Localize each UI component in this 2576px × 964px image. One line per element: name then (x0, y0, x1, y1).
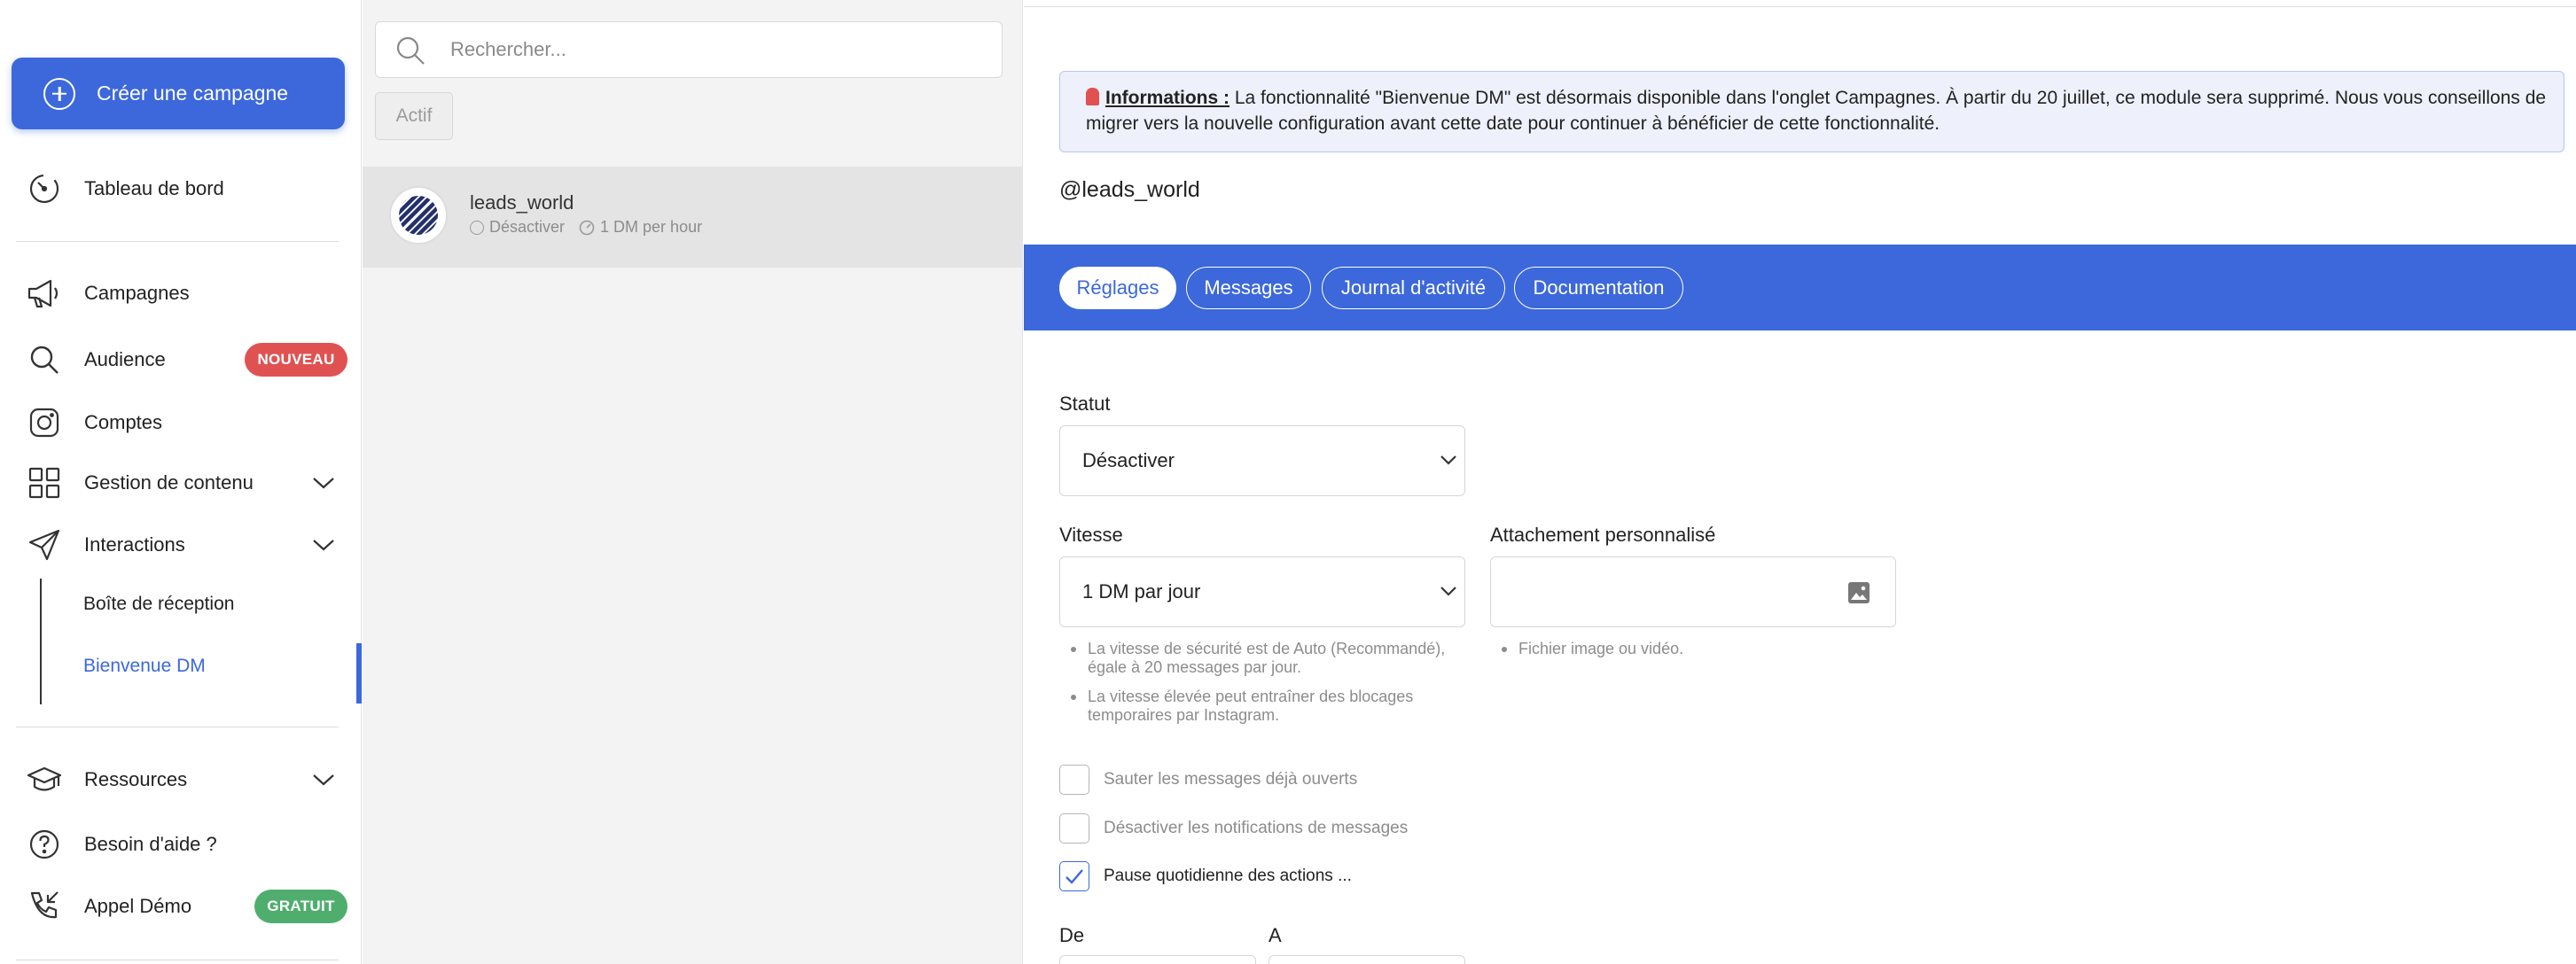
speed-select[interactable]: 1 DM par jour (1059, 556, 1465, 627)
account-list-item[interactable]: leads_world Désactiver 1 DM per hour (363, 167, 1023, 268)
help-circle-icon (27, 827, 62, 862)
alarm-icon (1086, 88, 1099, 105)
main-panel: Informations : La fonctionnalité "Bienve… (1024, 0, 2576, 964)
status-circle-icon (470, 220, 484, 235)
search-icon (396, 36, 425, 65)
checkbox[interactable] (1059, 813, 1089, 844)
daily-pause-checkbox[interactable]: Pause quotidienne des actions ... (1059, 860, 1352, 892)
search-box (375, 21, 1003, 78)
megaphone-icon (27, 276, 62, 311)
instagram-icon (27, 405, 62, 440)
skip-opened-checkbox[interactable]: Sauter les messages déjà ouverts (1059, 764, 1357, 796)
sidebar-item-label: Interactions (84, 533, 185, 556)
tab-activity-log[interactable]: Journal d'activité (1322, 267, 1505, 309)
info-text: La fonctionnalité "Bienvenue DM" est dés… (1086, 88, 2547, 134)
checkbox-label: Pause quotidienne des actions ... (1104, 867, 1352, 885)
sidebar-item-accounts[interactable]: Comptes (0, 398, 362, 447)
create-campaign-button[interactable]: Créer une campagne (12, 58, 345, 129)
account-status: Désactiver (489, 218, 566, 236)
sidebar-item-interactions[interactable]: Interactions (0, 520, 362, 570)
status-select[interactable]: Désactiver (1059, 425, 1465, 496)
checkbox[interactable] (1059, 861, 1089, 891)
info-banner: Informations : La fonctionnalité "Bienve… (1059, 71, 2564, 152)
disable-notifications-checkbox[interactable]: Désactiver les notifications de messages (1059, 812, 1408, 844)
speedometer-icon (27, 171, 62, 206)
create-campaign-label: Créer une campagne (97, 82, 289, 105)
chevron-down-icon (1440, 587, 1456, 596)
sidebar-item-label: Campagnes (84, 282, 190, 304)
account-name: leads_world (470, 191, 574, 214)
sidebar-subitem-welcome-dm[interactable]: Bienvenue DM (83, 656, 206, 677)
send-icon (27, 527, 62, 563)
phone-incoming-icon (27, 889, 62, 924)
account-rate: 1 DM per hour (600, 218, 703, 236)
sidebar-item-dashboard[interactable]: Tableau de bord (0, 164, 362, 214)
to-time-input[interactable] (1268, 955, 1465, 964)
sidebar-item-label: Tableau de bord (84, 177, 224, 199)
attachment-hint: Fichier image ou vidéo. (1490, 640, 1880, 658)
plus-circle-icon (43, 77, 75, 110)
attachment-input[interactable] (1490, 556, 1896, 627)
sidebar-divider (16, 241, 339, 242)
sidebar-item-label: Ressources (84, 768, 188, 790)
grid-icon (27, 465, 62, 501)
account-list-panel: Actif leads_world Désactiver 1 DM per ho… (363, 0, 1023, 964)
checkbox[interactable] (1059, 765, 1089, 795)
sidebar-item-label: Comptes (84, 411, 163, 433)
search-icon (27, 342, 62, 377)
chevron-down-icon (1440, 455, 1456, 465)
tab-messages[interactable]: Messages (1186, 267, 1311, 309)
chevron-down-icon[interactable] (312, 476, 335, 490)
avatar (389, 186, 448, 245)
sidebar-item-resources[interactable]: Ressources (0, 755, 362, 805)
checkbox-label: Désactiver les notifications de messages (1104, 819, 1409, 837)
account-meta: Désactiver 1 DM per hour (470, 218, 702, 237)
from-time-input[interactable] (1059, 955, 1256, 964)
sidebar-item-label: Besoin d'aide ? (84, 833, 217, 855)
from-label: De (1059, 924, 1085, 946)
image-icon (1848, 582, 1870, 603)
chevron-down-icon[interactable] (312, 538, 335, 552)
to-label: A (1268, 924, 1282, 946)
submenu-line (40, 579, 42, 704)
status-value: Désactiver (1082, 449, 1175, 471)
globe-logo-icon (399, 196, 438, 235)
tab-settings[interactable]: Réglages (1059, 267, 1176, 309)
tab-bar: Réglages Messages Journal d'activité Doc… (1024, 245, 2576, 330)
sidebar-subitem-inbox[interactable]: Boîte de réception (83, 594, 234, 615)
new-badge: NOUVEAU (245, 343, 347, 377)
search-input[interactable] (450, 22, 982, 77)
sidebar-item-content[interactable]: Gestion de contenu (0, 458, 362, 508)
account-handle: @leads_world (1059, 177, 1200, 202)
sidebar-item-campaigns[interactable]: Campagnes (0, 268, 362, 318)
sidebar-item-label: Gestion de contenu (84, 471, 254, 494)
speed-value: 1 DM par jour (1082, 580, 1201, 602)
tab-documentation[interactable]: Documentation (1514, 267, 1683, 309)
top-divider (1024, 6, 2576, 7)
speed-label: Vitesse (1059, 524, 1123, 546)
chevron-down-icon[interactable] (312, 773, 335, 787)
info-title: Informations : (1105, 88, 1229, 108)
check-icon (1066, 869, 1083, 884)
speed-hint: La vitesse de sécurité est de Auto (Reco… (1059, 640, 1485, 677)
status-label: Statut (1059, 393, 1111, 415)
sidebar-item-label: Appel Démo (84, 895, 192, 917)
filter-active-chip[interactable]: Actif (375, 92, 453, 140)
free-badge: GRATUIT (254, 890, 347, 923)
active-indicator (356, 643, 362, 704)
sidebar-item-help[interactable]: Besoin d'aide ? (0, 820, 362, 869)
checkbox-label: Sauter les messages déjà ouverts (1104, 770, 1358, 789)
sidebar-item-label: Audience (84, 348, 166, 370)
attachment-label: Attachement personnalisé (1490, 524, 1716, 546)
graduation-cap-icon (27, 762, 62, 797)
gauge-icon (579, 220, 595, 235)
sidebar: Créer une campagne Tableau de bord Campa… (0, 0, 362, 964)
speed-hint: La vitesse élevée peut entraîner des blo… (1059, 688, 1485, 725)
